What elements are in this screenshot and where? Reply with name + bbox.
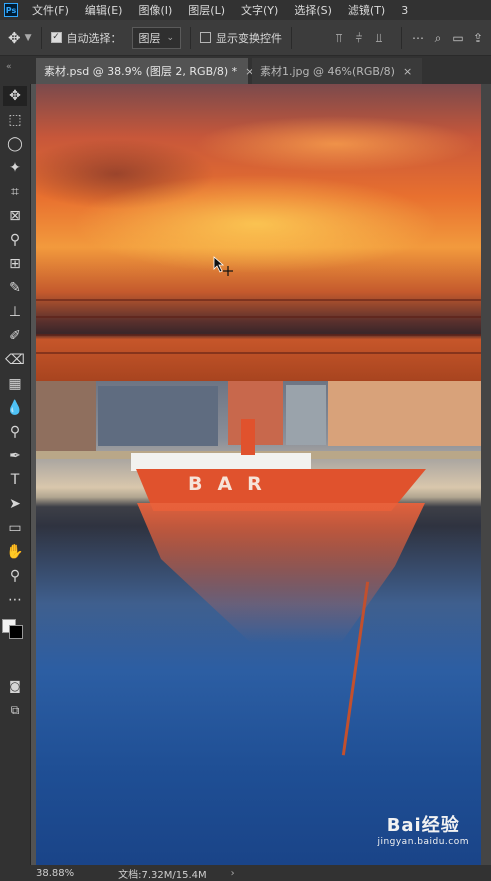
move-cursor-icon [213,256,233,276]
divider [190,26,192,49]
building [98,386,218,446]
marquee-tool-icon[interactable]: ⬚ [3,110,27,130]
more-options-icon[interactable]: ⋯ [411,31,425,45]
frame-tool-icon[interactable]: ⊠ [3,206,27,226]
watermark-url: jingyan.baidu.com [377,837,469,847]
menu-select[interactable]: 选择(S) [286,2,340,18]
crop-tool-icon[interactable]: ⌗ [3,182,27,202]
tab-label: 素材.psd @ 38.9% (图层 2, RGB/8) * [44,65,238,78]
align-vertical-center-icon[interactable]: ⫩ [352,31,366,45]
menu-edit[interactable]: 编辑(E) [77,2,131,18]
blur-tool-icon[interactable]: 💧 [3,398,27,418]
close-icon[interactable]: × [403,65,412,78]
chevron-right-icon[interactable]: › [231,868,235,879]
tools-panel: ✥ ⬚ ◯ ✦ ⌗ ⊠ ⚲ ⊞ ✎ ⊥ ✐ ⌫ ▦ 💧 ⚲ ✒ T ➤ ▭ ✋ … [0,84,31,865]
search-icon[interactable]: ⌕ [431,31,445,45]
ship-cabin [131,453,311,471]
tab-label: 素材1.jpg @ 46%(RGB/8) [260,65,395,78]
workspace-icon[interactable]: ▭ [451,31,465,45]
menu-image[interactable]: 图像(I) [130,2,180,18]
divider [401,27,402,49]
menu-file[interactable]: 文件(F) [24,2,77,18]
options-bar: ✥ ▼ ✓ 自动选择： 图层 ⌄ 显示变换控件 ⫪ ⫩ ⫫ ⋯ ⌕ ▭ ⇪ [0,20,491,56]
align-top-icon[interactable]: ⫪ [332,31,346,45]
auto-select-label: 自动选择： [66,31,122,45]
panel-scrollbar[interactable] [481,84,491,865]
dodge-tool-icon[interactable]: ⚲ [3,422,27,442]
edit-toolbar-icon[interactable]: ⋯ [3,590,27,610]
zoom-level[interactable]: 38.88% [36,868,74,879]
pen-tool-icon[interactable]: ✒ [3,446,27,466]
divider [291,26,293,49]
harbor-layer-image: BAR [36,381,481,865]
building [228,381,283,445]
document-tab-bar: « 素材.psd @ 38.9% (图层 2, RGB/8) * × 素材1.j… [0,56,491,84]
zoom-tool-icon[interactable]: ⚲ [3,566,27,586]
sea-texture [36,299,481,301]
document-size-info: 文档:7.32M/15.4M [118,869,207,881]
auto-select-target-dropdown[interactable]: 图层 ⌄ [131,26,182,49]
menu-bar: Ps 文件(F) 编辑(E) 图像(I) 图层(L) 文字(Y) 选择(S) 滤… [0,0,491,20]
building [286,385,326,445]
divider [40,26,42,49]
magic-wand-tool-icon[interactable]: ✦ [3,158,27,178]
type-tool-icon[interactable]: T [3,470,27,490]
ship-lighthouse [241,419,255,455]
document-canvas[interactable]: BAR Bai经验 jingyan.baidu.com [36,84,481,865]
sea-texture [36,316,481,318]
menu-type[interactable]: 文字(Y) [233,2,286,18]
ship-lettering: BAR [188,473,277,495]
sea-texture [36,334,481,336]
chevron-down-icon[interactable]: ▼ [25,33,32,43]
background-color-swatch[interactable] [9,625,23,639]
healing-brush-tool-icon[interactable]: ⊞ [3,254,27,274]
gradient-tool-icon[interactable]: ▦ [3,374,27,394]
baidu-watermark: Bai经验 jingyan.baidu.com [377,811,469,847]
screen-mode-icon[interactable]: ⧉ [3,700,27,720]
show-transform-controls-label: 显示变换控件 [216,31,283,45]
rectangle-tool-icon[interactable]: ▭ [3,518,27,538]
eyedropper-tool-icon[interactable]: ⚲ [3,230,27,250]
building [36,381,96,451]
move-tool-preset-icon[interactable]: ✥ [8,29,21,47]
photoshop-logo[interactable]: Ps [4,3,18,17]
align-bottom-icon[interactable]: ⫫ [372,31,386,45]
eraser-tool-icon[interactable]: ⌫ [3,350,27,370]
chevron-down-icon: ⌄ [166,32,175,43]
menu-layer[interactable]: 图层(L) [180,2,233,18]
watermark-brand: Bai经验 [386,815,460,836]
brush-tool-icon[interactable]: ✎ [3,278,27,298]
dropdown-value: 图层 [138,31,161,45]
quick-mask-icon[interactable]: ◙ [3,676,27,696]
lasso-tool-icon[interactable]: ◯ [3,134,27,154]
hand-tool-icon[interactable]: ✋ [3,542,27,562]
clone-stamp-tool-icon[interactable]: ⊥ [3,302,27,322]
building [328,381,481,446]
menu-filter[interactable]: 滤镜(T) [340,2,393,18]
collapse-panel-icon[interactable]: « [6,62,12,72]
status-bar: 38.88% 文档:7.32M/15.4M › [0,865,491,881]
show-transform-controls-checkbox[interactable] [200,32,212,43]
tab-document-psd[interactable]: 素材.psd @ 38.9% (图层 2, RGB/8) * × [36,58,254,84]
sunset-layer-image [36,84,481,381]
history-brush-tool-icon[interactable]: ✐ [3,326,27,346]
share-icon[interactable]: ⇪ [471,31,485,45]
menu-3d[interactable]: 3 [393,4,416,17]
sea-texture [36,352,481,354]
tab-document-jpg[interactable]: 素材1.jpg @ 46%(RGB/8) × [252,58,422,84]
ship-reflection [137,503,425,643]
path-selection-tool-icon[interactable]: ➤ [3,494,27,514]
auto-select-checkbox[interactable]: ✓ [50,32,62,43]
move-tool-icon[interactable]: ✥ [3,86,27,106]
